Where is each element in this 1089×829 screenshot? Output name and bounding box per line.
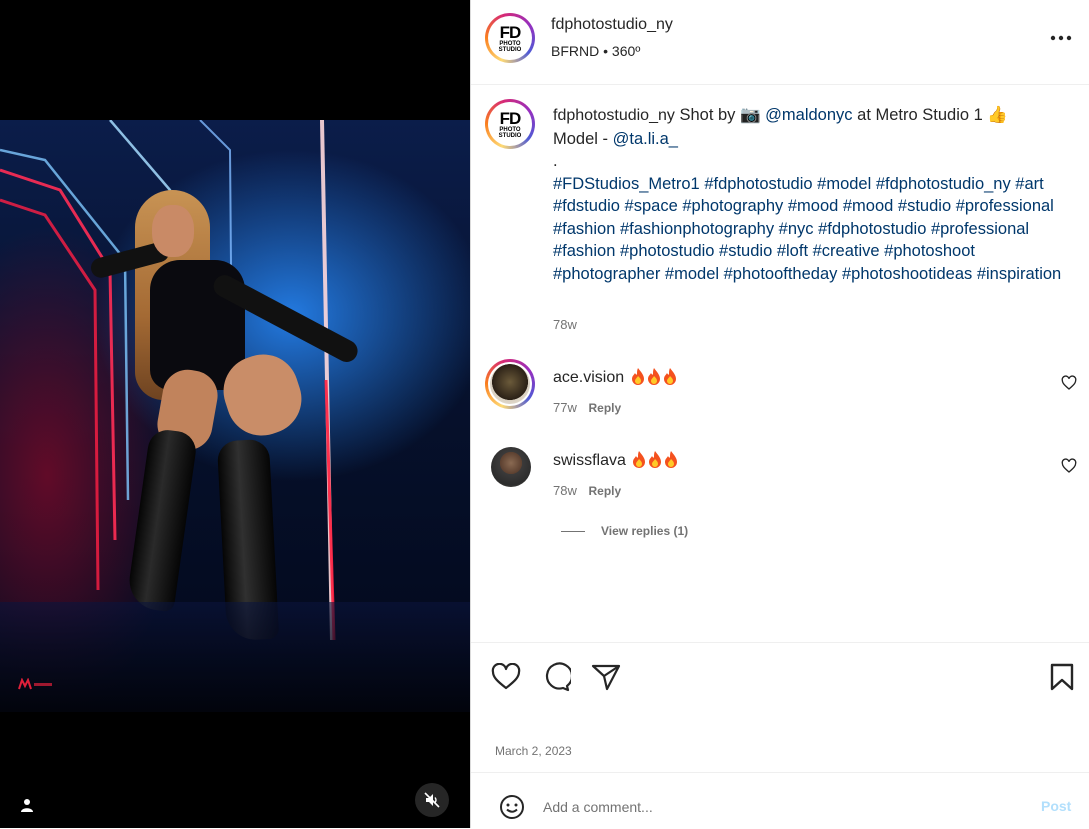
model-label: Model - [553,129,609,148]
heart-icon [491,663,521,690]
camera-lens-photo [490,364,530,404]
fire-icon [647,368,660,385]
fire-emojis [629,368,677,386]
post-photo[interactable] [0,120,470,712]
model-face [152,205,194,257]
author-avatar[interactable]: FD PHOTO STUDIO [485,13,535,63]
caption-timestamp[interactable]: 78w [553,317,577,332]
share-button[interactable] [590,661,622,693]
comment: ace.vision [553,367,677,387]
more-options-button[interactable] [1049,26,1073,50]
like-button[interactable] [490,661,522,693]
caption-author-avatar[interactable]: FD PHOTO STUDIO [485,99,535,149]
emoji-icon[interactable] [499,794,525,820]
view-replies-label: View replies (1) [601,524,689,538]
commenter-avatar[interactable] [491,447,531,487]
paper-plane-icon [591,664,621,691]
comment-button[interactable] [540,661,572,693]
view-replies-button[interactable]: View replies (1) [561,524,688,538]
post-actions: March 2, 2023 [471,642,1089,773]
caption-dot: . [553,152,558,170]
save-button[interactable] [1046,661,1078,693]
thumbs-up-emoji: 👍 [987,106,1008,124]
comment-meta: 77w Reply [553,400,621,415]
avatar-inner: FD PHOTO STUDIO [488,102,532,146]
person-icon [21,799,33,812]
camera-emoji: 📷 [740,106,761,124]
studio-floor [0,602,470,712]
logo-text-top: FD [499,108,522,128]
logo-text-bottom: PHOTO STUDIO [498,40,522,53]
post-side-panel: FD PHOTO STUDIO fdphotostudio_ny BFRND •… [470,0,1089,828]
tagged-users-button[interactable] [10,788,44,822]
instagram-post-modal: FD PHOTO STUDIO fdphotostudio_ny BFRND •… [0,0,1089,828]
post-header: FD PHOTO STUDIO fdphotostudio_ny BFRND •… [471,0,1089,85]
post-comment-button[interactable]: Post [1041,798,1071,814]
logo-text-bottom: PHOTO STUDIO [498,126,522,139]
add-comment-bar: Post [471,772,1089,829]
caption-text-location: at Metro Studio 1 [857,106,983,124]
post-media-pane [0,0,470,828]
fd-studio-logo: FD PHOTO STUDIO [490,104,530,144]
mute-toggle-button[interactable] [415,783,449,817]
post-date[interactable]: March 2, 2023 [495,744,572,758]
comment-timestamp[interactable]: 78w [553,483,577,498]
like-comment-heart-icon[interactable] [1061,458,1077,474]
logo-text-top: FD [499,22,522,42]
photographer-mention[interactable]: @maldonyc [765,106,852,124]
fire-icon [633,451,646,468]
like-comment-heart-icon[interactable] [1061,375,1077,391]
avatar-inner: FD PHOTO STUDIO [488,16,532,60]
more-dots-icon [1050,35,1072,41]
fire-icon [631,368,644,385]
divider-line [561,530,585,532]
bookmark-icon [1050,663,1074,691]
reply-button[interactable]: Reply [588,401,621,415]
avatar-inner [488,362,532,406]
reply-button[interactable]: Reply [588,484,621,498]
post-caption: fdphotostudio_ny Shot by 📷 @maldonyc at … [553,104,1063,285]
author-location[interactable]: BFRND • 360º [551,43,640,59]
author-username[interactable]: fdphotostudio_ny [551,16,673,34]
comment-timestamp[interactable]: 77w [553,400,577,415]
comment-username[interactable]: ace.vision [553,369,624,386]
speaker-muted-icon [424,792,440,808]
caption-username[interactable]: fdphotostudio_ny [553,107,675,124]
commenter-avatar[interactable] [485,359,535,409]
speech-bubble-icon [545,662,571,692]
fd-studio-logo: FD PHOTO STUDIO [490,18,530,58]
comment: swissflava [553,450,678,470]
fire-icon [663,368,676,385]
comment-meta: 78w Reply [553,483,621,498]
caption-hashtags[interactable]: #FDStudios_Metro1 #fdphotostudio #model … [553,175,1061,283]
caption-text: Shot by [679,106,736,124]
fire-icon [665,451,678,468]
comment-input[interactable] [541,791,1025,823]
comment-username[interactable]: swissflava [553,452,626,469]
photographer-watermark-logo [18,678,52,690]
fire-icon [649,451,662,468]
model-mention[interactable]: @ta.li.a_ [613,130,678,148]
fire-emojis [630,451,678,469]
